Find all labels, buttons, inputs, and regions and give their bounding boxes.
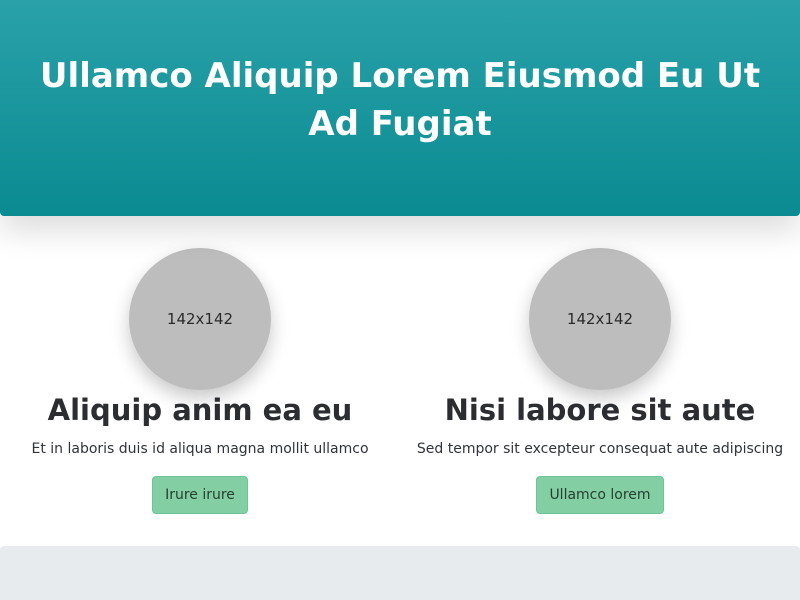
card-action-button[interactable]: Ullamco lorem	[536, 476, 664, 514]
card-title: Aliquip anim ea eu	[47, 393, 353, 427]
bottom-section-background	[0, 546, 800, 600]
feature-card-left: 142x142 Aliquip anim ea eu Et in laboris…	[0, 216, 400, 546]
card-description: Et in laboris duis id aliqua magna molli…	[31, 441, 369, 457]
feature-cards: 142x142 Aliquip anim ea eu Et in laboris…	[0, 216, 800, 546]
hero-title: Ullamco Aliquip Lorem Eiusmod Eu Ut Ad F…	[39, 56, 761, 144]
page: Ullamco Aliquip Lorem Eiusmod Eu Ut Ad F…	[0, 0, 800, 600]
card-image-placeholder: 142x142	[129, 248, 271, 390]
card-description: Sed tempor sit excepteur consequat aute …	[416, 441, 784, 457]
card-image-placeholder: 142x142	[529, 248, 671, 390]
card-action-button[interactable]: Irure irure	[152, 476, 248, 514]
hero-banner: Ullamco Aliquip Lorem Eiusmod Eu Ut Ad F…	[0, 0, 800, 216]
feature-card-right: 142x142 Nisi labore sit aute Sed tempor …	[400, 216, 800, 546]
card-title: Nisi labore sit aute	[444, 393, 756, 427]
